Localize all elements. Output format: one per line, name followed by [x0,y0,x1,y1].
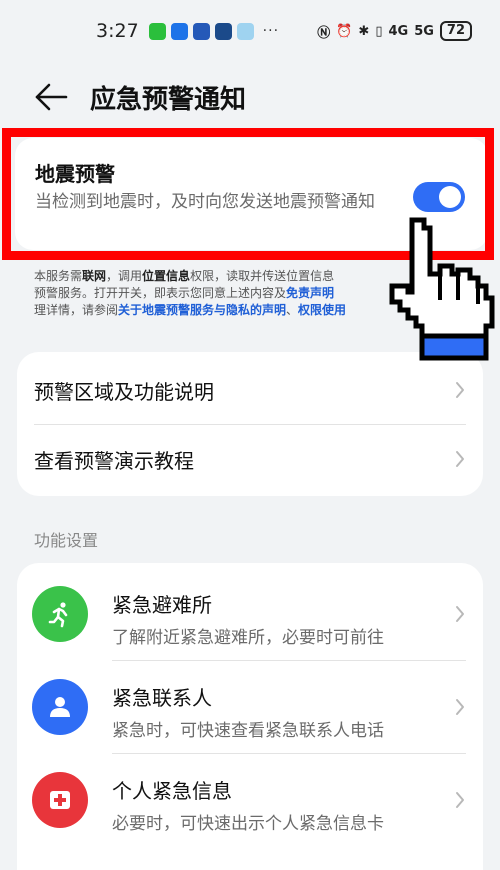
chevron-right-icon [456,451,464,467]
toggle-knob [439,186,461,208]
news-icon [214,22,232,40]
section-title: 功能设置 [34,531,99,550]
earthquake-warning-title: 地震预警 [35,162,115,186]
alarm-icon: ⏰ [336,23,353,39]
notice-text: 预警服务。打开开关，即表示您同意上述内容及 [34,286,287,300]
page-title: 应急预警通知 [90,84,247,115]
contact-person-icon [32,678,88,735]
nfc-icon: Ⓝ [317,25,331,41]
notice-text: ，调用 [106,269,143,283]
feature-subtitle: 紧急时，可快速查看紧急联系人电话 [112,721,384,741]
warning-area-item[interactable]: 预警区域及功能说明 [17,355,483,425]
vibrate-icon: ▯ [375,23,383,39]
signal-4g-icon: 4G [388,23,409,39]
demo-tutorial-label: 查看预警演示教程 [34,448,194,473]
earthquake-warning-card: 地震预警 当检测到地震时，及时向您发送地震预警通知 [15,138,488,250]
emergency-contact-item[interactable]: 紧急联系人 紧急时，可快速查看紧急联系人电话 [17,660,483,753]
notice-text: 权限，读取并传送位置信息 [190,269,335,283]
system-status: Ⓝ ⏰ ✱ ▯ 4G 5G 72 [317,21,472,41]
status-time: 3:27 [96,20,139,42]
feature-subtitle: 了解附近紧急避难所，必要时可前往 [112,628,384,648]
feature-title: 紧急避难所 [112,593,212,617]
service-notice: 本服务需联网，调用位置信息权限，读取并传送位置信息 预警服务。打开开关，即表示您… [34,268,404,319]
notice-bold-network: 联网 [82,269,107,283]
battery-indicator: 72 [439,21,472,41]
running-person-icon [32,585,88,642]
more-notifications-icon: ··· [262,23,280,39]
back-arrow-icon [35,83,68,111]
notification-icons: ··· [148,22,280,40]
notice-bold-location: 位置信息 [142,269,191,283]
chevron-right-icon [456,791,464,808]
notice-text: 本服务需 [34,269,83,283]
signal-5g-icon: 5G [414,23,434,39]
weather-icon [236,22,254,40]
emergency-shelter-item[interactable]: 紧急避难所 了解附近紧急避难所，必要时可前往 [17,567,483,660]
feature-settings-card: 紧急避难所 了解附近紧急避难所，必要时可前往 紧急联系人 紧急时，可快速查看紧急… [17,563,483,870]
status-bar: 3:27 ··· Ⓝ ⏰ ✱ ▯ 4G 5G 72 [0,0,500,62]
feature-title: 紧急联系人 [112,686,212,710]
feature-title: 个人紧急信息 [112,779,232,803]
notice-text: 、 [286,303,299,317]
privacy-statement-link[interactable]: 关于地震预警服务与隐私的声明 [118,303,286,317]
back-button[interactable] [34,82,68,112]
earthquake-warning-toggle[interactable] [413,182,465,212]
chevron-right-icon [456,382,464,398]
personal-emergency-info-item[interactable]: 个人紧急信息 必要时，可快速出示个人紧急信息卡 [17,753,483,846]
earthquake-warning-description: 当检测到地震时，及时向您发送地震预警通知 [35,192,375,212]
chevron-right-icon [456,698,464,715]
demo-tutorial-item[interactable]: 查看预警演示教程 [17,424,483,494]
page-header: 应急预警通知 [0,72,500,122]
warning-area-label: 预警区域及功能说明 [34,379,214,404]
notice-text: 理详情，请参阅 [34,303,119,317]
permission-usage-link[interactable]: 权限使用 [298,303,346,317]
app-notification-icon [192,22,210,40]
disclaimer-link[interactable]: 免责声明 [286,286,334,300]
messenger-icon [170,22,188,40]
feature-subtitle: 必要时，可快速出示个人紧急信息卡 [112,814,384,834]
wechat-icon [148,22,166,40]
chevron-right-icon [456,605,464,622]
info-menu-card: 预警区域及功能说明 查看预警演示教程 [17,352,483,496]
bluetooth-icon: ✱ [358,23,370,39]
medical-cross-icon [32,771,88,828]
